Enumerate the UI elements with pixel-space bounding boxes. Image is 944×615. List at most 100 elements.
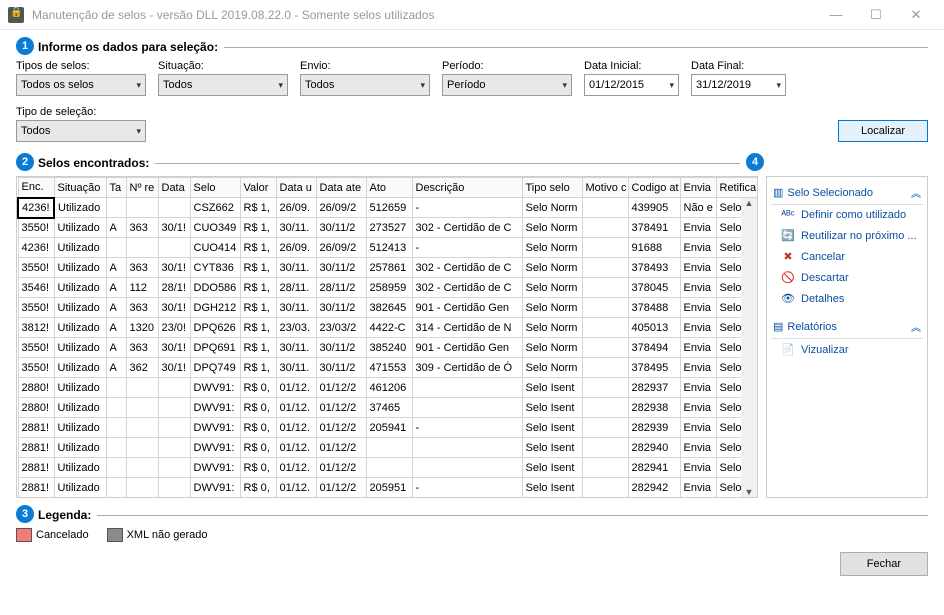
- panel-action-item[interactable]: 🚫Descartar: [771, 267, 923, 288]
- panel-header-selo[interactable]: ▥ Selo Selecionado ︽: [771, 181, 923, 205]
- column-header[interactable]: Data u: [276, 178, 316, 198]
- table-cell: [126, 498, 158, 499]
- table-cell: 01/12/2: [316, 398, 366, 418]
- table-cell: A: [106, 338, 126, 358]
- panel-header-relatorios[interactable]: ▤ Relatórios ︽: [771, 315, 923, 339]
- column-header[interactable]: Enc.: [18, 178, 54, 198]
- column-header[interactable]: Data: [158, 178, 190, 198]
- maximize-button[interactable]: ☐: [856, 0, 896, 30]
- column-header[interactable]: Ta: [106, 178, 126, 198]
- situacao-select[interactable]: Todos ▾: [158, 74, 288, 96]
- scroll-up-icon: ▲: [745, 198, 754, 208]
- table-cell: [582, 298, 628, 318]
- table-row[interactable]: 2881!UtilizadoDWV91:R$ 0,01/12.01/12/2Se…: [18, 458, 758, 478]
- results-table[interactable]: Enc.SituaçãoTaNº reDataSeloValorData uDa…: [17, 177, 758, 498]
- table-cell: 362: [126, 358, 158, 378]
- table-cell: R$ 0,: [240, 398, 276, 418]
- table-row[interactable]: 4236!UtilizadoCUO414R$ 1,26/09.26/09/251…: [18, 238, 758, 258]
- column-header[interactable]: Valor: [240, 178, 276, 198]
- legend-title: Legenda:: [38, 508, 91, 522]
- table-cell: DPQ691: [190, 338, 240, 358]
- section-1-title: Informe os dados para seleção:: [38, 40, 218, 54]
- table-cell: 01/12.: [276, 498, 316, 499]
- table-row[interactable]: 4236!UtilizadoCSZ662R$ 1,26/09.26/09/251…: [18, 198, 758, 218]
- column-header[interactable]: Situação: [54, 178, 106, 198]
- table-row[interactable]: 2881!UtilizadoDWV91:R$ 0,01/12.01/12/220…: [18, 498, 758, 499]
- table-cell: Envia: [680, 438, 716, 458]
- table-cell: Selo Isent: [522, 458, 582, 478]
- table-cell: R$ 0,: [240, 438, 276, 458]
- table-cell: 302 - Certidão de C: [412, 258, 522, 278]
- table-cell: 512413: [366, 238, 412, 258]
- table-cell: 30/1!: [158, 258, 190, 278]
- envio-select[interactable]: Todos ▾: [300, 74, 430, 96]
- action-icon: 🚫: [781, 271, 795, 284]
- table-cell: 385240: [366, 338, 412, 358]
- results-table-container: Enc.SituaçãoTaNº reDataSeloValorData uDa…: [16, 176, 758, 498]
- table-row[interactable]: 3550!UtilizadoA36330/1!CUO349R$ 1,30/11.…: [18, 218, 758, 238]
- table-cell: 302 - Certidão de C: [412, 218, 522, 238]
- table-cell: Envia: [680, 458, 716, 478]
- column-header[interactable]: Retifica: [716, 178, 758, 198]
- column-header[interactable]: Data ate: [316, 178, 366, 198]
- table-cell: 273527: [366, 218, 412, 238]
- data-final-input[interactable]: 31/12/2019 ▾: [691, 74, 786, 96]
- table-cell: Utilizado: [54, 478, 106, 498]
- column-header[interactable]: Selo: [190, 178, 240, 198]
- close-button[interactable]: ✕: [896, 0, 936, 30]
- table-cell: 282941: [628, 458, 680, 478]
- table-cell: 4422-C: [366, 318, 412, 338]
- table-row[interactable]: 2880!UtilizadoDWV91:R$ 0,01/12.01/12/237…: [18, 398, 758, 418]
- vertical-scrollbar[interactable]: ▲ ▼: [741, 198, 757, 497]
- table-cell: 282940: [628, 438, 680, 458]
- table-row[interactable]: 3550!UtilizadoA36330/1!DGH212R$ 1,30/11.…: [18, 298, 758, 318]
- table-cell: [126, 458, 158, 478]
- panel-action-item[interactable]: 🔄Reutilizar no próximo ...: [771, 225, 923, 246]
- table-row[interactable]: 3812!UtilizadoA132023/0!DPQ626R$ 1,23/03…: [18, 318, 758, 338]
- periodo-value: Período: [447, 79, 486, 91]
- column-header[interactable]: Ato: [366, 178, 412, 198]
- table-row[interactable]: 3550!UtilizadoA36330/1!CYT836R$ 1,30/11.…: [18, 258, 758, 278]
- table-cell: CSZ662: [190, 198, 240, 218]
- minimize-button[interactable]: —: [816, 0, 856, 30]
- table-row[interactable]: 2881!UtilizadoDWV91:R$ 0,01/12.01/12/2Se…: [18, 438, 758, 458]
- column-header[interactable]: Descrição: [412, 178, 522, 198]
- panel-action-item[interactable]: ✖Cancelar: [771, 246, 923, 267]
- localizar-button[interactable]: Localizar: [838, 120, 928, 142]
- action-label: Cancelar: [801, 251, 845, 263]
- fechar-button[interactable]: Fechar: [840, 552, 928, 576]
- tipos-selos-select[interactable]: Todos os selos ▾: [16, 74, 146, 96]
- table-cell: Utilizado: [54, 318, 106, 338]
- column-header[interactable]: Motivo c: [582, 178, 628, 198]
- table-cell: [106, 418, 126, 438]
- table-row[interactable]: 3546!UtilizadoA11228/1!DDO586R$ 1,28/11.…: [18, 278, 758, 298]
- column-header[interactable]: Tipo selo: [522, 178, 582, 198]
- table-row[interactable]: 2881!UtilizadoDWV91:R$ 0,01/12.01/12/220…: [18, 418, 758, 438]
- periodo-select[interactable]: Período ▾: [442, 74, 572, 96]
- table-cell: R$ 0,: [240, 378, 276, 398]
- side-panel: ▥ Selo Selecionado ︽ ᴬᴮᶜDefinir como uti…: [766, 176, 928, 498]
- tipo-selecao-select[interactable]: Todos ▾: [16, 120, 146, 142]
- table-cell: 01/12/2: [316, 458, 366, 478]
- dropdown-arrow-icon: ▾: [669, 80, 674, 91]
- table-cell: Envia: [680, 218, 716, 238]
- action-label: Vizualizar: [801, 344, 849, 356]
- window-title: Manutenção de selos - versão DLL 2019.08…: [32, 8, 816, 22]
- table-row[interactable]: 2880!UtilizadoDWV91:R$ 0,01/12.01/12/246…: [18, 378, 758, 398]
- column-header[interactable]: Codigo at: [628, 178, 680, 198]
- column-header[interactable]: Nº re: [126, 178, 158, 198]
- table-row[interactable]: 2881!UtilizadoDWV91:R$ 0,01/12.01/12/220…: [18, 478, 758, 498]
- panel-action-item[interactable]: ᴬᴮᶜDefinir como utilizado: [771, 205, 923, 225]
- table-cell: [106, 398, 126, 418]
- table-row[interactable]: 3550!UtilizadoA36230/1!DPQ749R$ 1,30/11.…: [18, 358, 758, 378]
- table-cell: 363: [126, 298, 158, 318]
- table-cell: Envia: [680, 318, 716, 338]
- table-cell: 378488: [628, 298, 680, 318]
- data-inicial-input[interactable]: 01/12/2015 ▾: [584, 74, 679, 96]
- panel-action-item[interactable]: 📄Vizualizar: [771, 339, 923, 360]
- column-header[interactable]: Envia: [680, 178, 716, 198]
- table-cell: 363: [126, 218, 158, 238]
- table-cell: R$ 1,: [240, 238, 276, 258]
- table-row[interactable]: 3550!UtilizadoA36330/1!DPQ691R$ 1,30/11.…: [18, 338, 758, 358]
- panel-action-item[interactable]: 👁Detalhes: [771, 288, 923, 309]
